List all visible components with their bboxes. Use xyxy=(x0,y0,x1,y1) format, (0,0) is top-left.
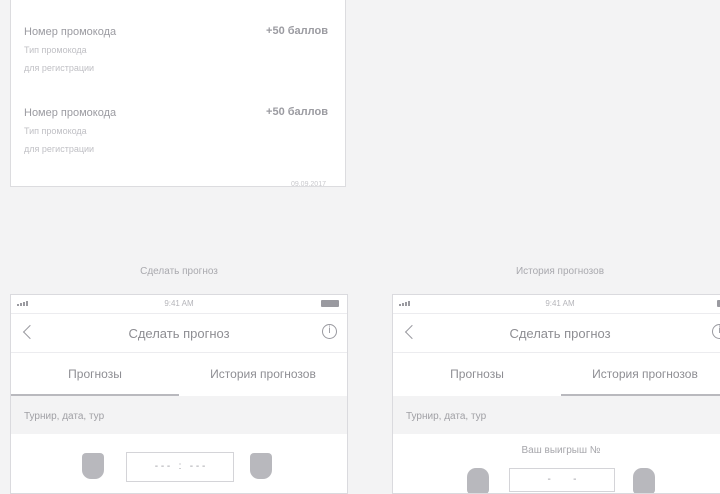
promo-list-card: Номер промокода +50 баллов Тип промокода… xyxy=(10,0,347,188)
score-separator: : xyxy=(178,461,182,472)
match-info-label: Турнир, дата, тур xyxy=(406,411,487,422)
status-bar: 9:41 AM xyxy=(11,295,347,314)
score-away: - - - xyxy=(189,461,206,472)
promo-list-date: 09.09.2017 xyxy=(290,181,326,188)
promo-item[interactable]: Номер промокода +50 баллов Тип промокода… xyxy=(11,89,347,169)
battery-icon xyxy=(321,300,339,307)
win-text: Ваш выигрыш № xyxy=(521,445,601,456)
promo-item-title: Номер промокода xyxy=(24,107,117,119)
tab-forecast-history[interactable]: История прогнозов xyxy=(179,353,347,396)
status-time: 9:41 AM xyxy=(545,299,575,308)
promo-item-points: +50 баллов xyxy=(266,106,328,118)
score-input[interactable]: - - - : - - - xyxy=(126,452,234,482)
tab-forecasts[interactable]: Прогнозы xyxy=(11,353,179,396)
nav-bar: Сделать прогноз i xyxy=(393,314,720,353)
phone-screen-make-forecast: 9:41 AM Сделать прогноз i Прогнозы Истор… xyxy=(10,294,348,494)
info-icon[interactable]: i xyxy=(712,324,720,339)
info-icon[interactable]: i xyxy=(322,324,337,339)
match-card[interactable]: - - - : - - - xyxy=(11,434,347,493)
match-info-label: Турнир, дата, тур xyxy=(24,411,105,422)
tab-forecasts[interactable]: Прогнозы xyxy=(393,353,561,396)
team-shield-icon xyxy=(467,468,489,493)
promo-item-type: Тип промокода xyxy=(24,126,87,136)
screen-caption-make-forecast: Сделать прогноз xyxy=(140,266,218,277)
nav-bar: Сделать прогноз i xyxy=(11,314,347,353)
team-shield-icon xyxy=(633,468,655,493)
promo-item-title: Номер промокода xyxy=(24,26,117,38)
match-card[interactable]: Ваш выигрыш № - - xyxy=(393,434,720,493)
promo-item-purpose: для регистрации xyxy=(24,63,95,73)
team-shield-icon xyxy=(250,453,272,479)
tab-forecast-history[interactable]: История прогнозов xyxy=(561,353,720,396)
tab-bar: Прогнозы История прогнозов xyxy=(11,353,347,396)
team-shield-icon xyxy=(82,453,104,479)
active-tab-indicator xyxy=(561,394,720,396)
screen-caption-forecast-history: История прогнозов xyxy=(515,266,605,277)
status-bar: 9:41 AM xyxy=(393,295,720,314)
promo-item[interactable]: Номер промокода +50 баллов Тип промокода… xyxy=(11,8,347,88)
score-home: - - - xyxy=(154,461,171,472)
promo-item-purpose: для регистрации xyxy=(24,144,95,154)
tab-bar: Прогнозы История прогнозов xyxy=(393,353,720,396)
score-display: - - xyxy=(509,468,615,492)
nav-title: Сделать прогноз xyxy=(509,326,611,341)
nav-title: Сделать прогноз xyxy=(128,326,230,341)
promo-item-type: Тип промокода xyxy=(24,45,87,55)
phone-screen-forecast-history: 9:41 AM Сделать прогноз i Прогнозы Истор… xyxy=(392,294,720,494)
active-tab-indicator xyxy=(11,394,179,396)
promo-item-points: +50 баллов xyxy=(266,25,328,37)
status-time: 9:41 AM xyxy=(164,299,194,308)
